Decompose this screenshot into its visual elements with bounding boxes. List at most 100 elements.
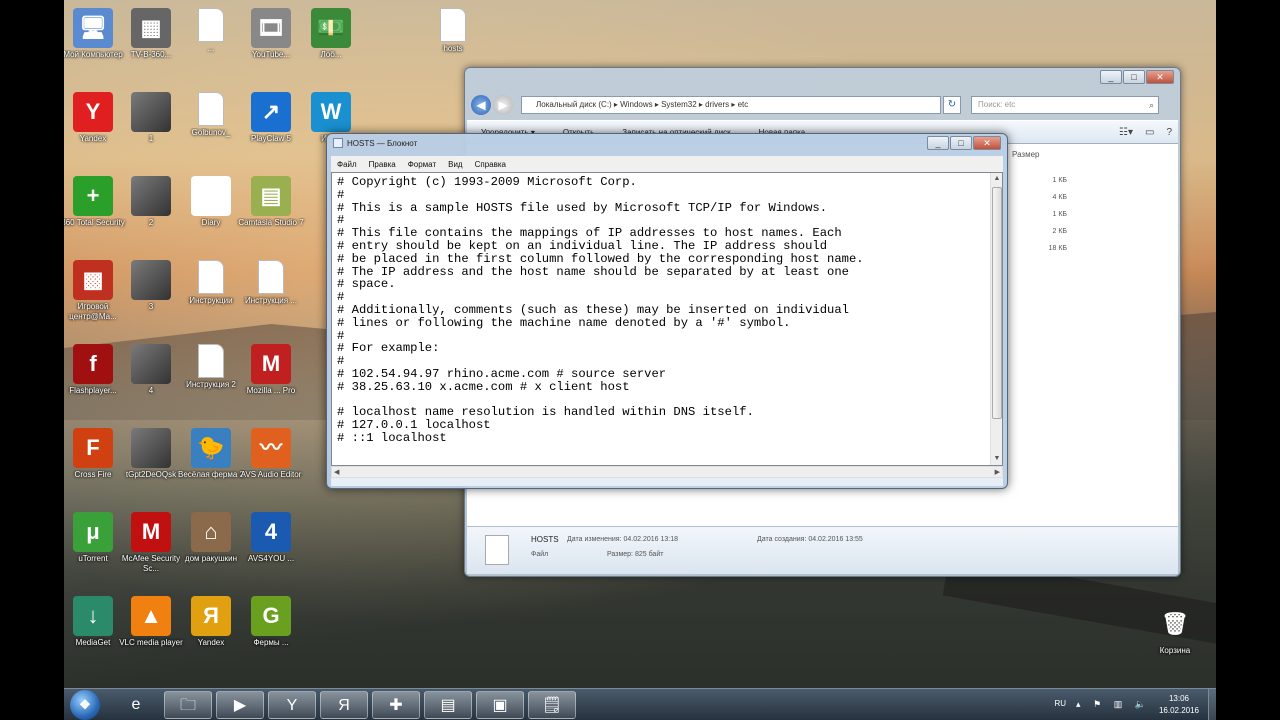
maximize-button[interactable]: □	[1123, 70, 1145, 84]
scroll-up-icon[interactable]: ▲	[991, 173, 1002, 185]
taskbar: ❖ e 🗀 ▶ Y Я ✚ ▤ ▣ 🗒 RU ▴ ⚑ ▥ 🔈 13:06 16.02.2016	[64, 688, 1216, 720]
app-icon	[131, 176, 171, 216]
taskbar-app2-icon[interactable]: ▣	[476, 691, 524, 719]
desktop-icon[interactable]: 💵 Лоб...	[296, 8, 366, 70]
text-line: # space.	[337, 277, 396, 292]
details-file-name: HOSTS	[531, 535, 559, 544]
minimize-button[interactable]: _	[1100, 70, 1122, 84]
taskbar-camtasia-icon[interactable]: ▤	[424, 691, 472, 719]
forward-button[interactable]: ▶	[493, 95, 513, 115]
scroll-down-icon[interactable]: ▼	[991, 453, 1002, 465]
desktop-icon-label: Инструкция ...	[245, 296, 297, 305]
app-icon	[131, 260, 171, 300]
app-icon	[198, 344, 224, 378]
vertical-scrollbar[interactable]: ▲ ▼	[990, 173, 1002, 465]
show-desktop-button[interactable]	[1208, 689, 1216, 720]
language-indicator[interactable]: RU	[1054, 699, 1066, 708]
taskbar-notepad-icon[interactable]: 🗒	[528, 691, 576, 719]
scroll-right-icon[interactable]: ▶	[995, 468, 1000, 476]
app-icon: F	[73, 428, 113, 468]
app-icon	[198, 8, 224, 42]
views-icon[interactable]: ☷▾	[1119, 127, 1133, 138]
size-cell: 1 КБ	[1052, 177, 1067, 184]
text-line: #	[337, 187, 345, 202]
start-button[interactable]: ❖	[70, 690, 100, 720]
desktop-icon[interactable]: 〰 AVS Audio Editor	[236, 428, 306, 490]
menu-edit[interactable]: Правка	[369, 160, 396, 169]
app-icon	[258, 260, 284, 294]
app-icon: ⌂	[191, 512, 231, 552]
desktop-file-hosts[interactable]: hosts	[418, 8, 488, 64]
details-modified: Дата изменения: 04.02.2016 13:18	[567, 536, 678, 543]
preview-pane-icon[interactable]: ▭	[1145, 127, 1154, 138]
menu-file[interactable]: Файл	[337, 160, 357, 169]
close-button[interactable]: ✕	[1146, 70, 1174, 84]
maximize-button[interactable]: □	[950, 136, 972, 150]
taskbar-explorer-icon[interactable]: 🗀	[164, 691, 212, 719]
menu-view[interactable]: Вид	[448, 160, 462, 169]
details-created: Дата создания: 04.02.2016 13:55	[757, 536, 863, 543]
back-button[interactable]: ◀	[471, 95, 491, 115]
explorer-nav-row: ◀ ▶ Локальный диск (C:) ▸ Windows ▸ Syst…	[471, 94, 1176, 116]
text-line: # For example:	[337, 341, 440, 356]
app-icon: μ	[73, 512, 113, 552]
volume-icon[interactable]: 🔈	[1135, 699, 1146, 710]
app-icon: Y	[73, 92, 113, 132]
menu-help[interactable]: Справка	[475, 160, 506, 169]
desktop-icon-label: Корзина	[1159, 646, 1191, 655]
taskbar-app1-icon[interactable]: ✚	[372, 691, 420, 719]
network-icon[interactable]: ▥	[1114, 699, 1123, 710]
close-button[interactable]: ✕	[973, 136, 1001, 150]
desktop-icon[interactable]: M Mozilla ... Pro	[236, 344, 306, 406]
taskbar-yandex-browser-icon[interactable]: Y	[268, 691, 316, 719]
tray-arrow-icon[interactable]: ▴	[1076, 699, 1081, 710]
size-cell: 18 КБ	[1048, 245, 1067, 252]
app-icon: G	[251, 596, 291, 636]
recycle-bin[interactable]: 🗑 Корзина	[1140, 604, 1210, 666]
notepad-bottom-bar	[331, 478, 1003, 486]
menu-format[interactable]: Формат	[408, 160, 436, 169]
app-icon: ▩	[73, 260, 113, 300]
desktop-icon[interactable]: Инструкция ...	[236, 260, 306, 316]
app-icon	[198, 92, 224, 126]
desktop-icon-label: Лоб...	[320, 50, 342, 59]
help-icon[interactable]: ?	[1166, 127, 1172, 138]
file-icon	[440, 8, 466, 42]
taskbar-media-icon[interactable]: ▶	[216, 691, 264, 719]
horizontal-scrollbar[interactable]: ◀ ▶	[331, 466, 1003, 478]
explorer-window-controls: _ □ ✕	[1099, 70, 1174, 84]
clock-date: 16.02.2016	[1158, 706, 1200, 715]
taskbar-yandex-icon[interactable]: Я	[320, 691, 368, 719]
refresh-icon[interactable]: ↻	[943, 96, 961, 114]
app-icon	[131, 92, 171, 132]
desktop-icon[interactable]: 4 AVS4YOU ...	[236, 512, 306, 574]
notepad-window[interactable]: HOSTS — Блокнот _ □ ✕ Файл Правка Формат…	[326, 133, 1008, 489]
app-icon: ↓	[73, 596, 113, 636]
scroll-left-icon[interactable]: ◀	[334, 468, 339, 476]
search-icon: ⌕	[1148, 100, 1154, 110]
notepad-text-area[interactable]: # Copyright (c) 1993-2009 Microsoft Corp…	[331, 172, 1003, 466]
taskbar-ie-icon[interactable]: e	[112, 691, 160, 719]
scroll-thumb[interactable]	[992, 187, 1002, 419]
notepad-menubar: Файл Правка Формат Вид Справка	[331, 156, 1003, 172]
clock[interactable]: 13:06 16.02.2016	[1154, 693, 1204, 717]
address-bar[interactable]: Локальный диск (C:) ▸ Windows ▸ System32…	[521, 96, 941, 114]
desktop-icon-label: AVS Audio Editor	[240, 470, 302, 479]
desktop-icon[interactable]: G Фермы ...	[236, 596, 306, 658]
size-column-header[interactable]: Размер	[1012, 150, 1040, 159]
search-input[interactable]: Поиск: etc ⌕	[971, 96, 1159, 114]
app-icon: M	[131, 512, 171, 552]
minimize-button[interactable]: _	[927, 136, 949, 150]
clock-time: 13:06	[1168, 694, 1190, 703]
action-center-icon[interactable]: ⚑	[1093, 699, 1101, 710]
app-icon: f	[73, 344, 113, 384]
desktop-icon-label: Camtasia Studio 7	[238, 218, 304, 227]
app-icon: +	[73, 176, 113, 216]
desktop-icon[interactable]: ▤ Camtasia Studio 7	[236, 176, 306, 238]
app-icon	[198, 260, 224, 294]
notepad-titlebar[interactable]: HOSTS — Блокнот	[333, 138, 417, 148]
text-line: # ::1 localhost	[337, 430, 447, 445]
search-placeholder: Поиск: etc	[978, 100, 1016, 109]
desktop-file-label: hosts	[443, 44, 463, 53]
desktop-icon-label: Mozilla ... Pro	[246, 386, 296, 395]
